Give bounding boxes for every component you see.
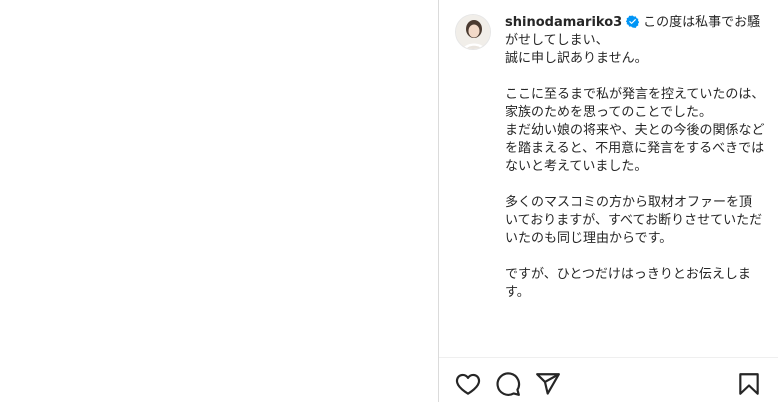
caption-first-line: shinodamariko3 この度は私事でお騒がせしてしまい、 誠に申し訳ありま… bbox=[505, 14, 765, 68]
caption-paragraph: ですが、ひとつだけはっきりとお伝えします。 bbox=[505, 267, 751, 300]
heart-icon bbox=[455, 373, 481, 395]
action-bar bbox=[455, 368, 762, 398]
bookmark-icon bbox=[739, 373, 759, 395]
post-side-panel: shinodamariko3 この度は私事でお騒がせしてしまい、 誠に申し訳ありま… bbox=[438, 0, 778, 402]
caption-paragraph: 多くのマスコミの方から取材オファーを頂いておりますが、すべてお断りさせていただい… bbox=[505, 195, 763, 246]
avatar-image bbox=[456, 15, 490, 49]
like-button[interactable] bbox=[455, 371, 481, 397]
avatar[interactable] bbox=[455, 14, 491, 50]
username-link[interactable]: shinodamariko3 bbox=[505, 15, 622, 30]
divider bbox=[439, 357, 778, 358]
share-icon bbox=[536, 373, 560, 395]
caption-paragraph: ここに至るまで私が発言を控えていたのは、家族のためを思ってのことでした。 まだ幼… bbox=[505, 87, 765, 174]
caption-body: shinodamariko3 この度は私事でお騒がせしてしまい、 誠に申し訳ありま… bbox=[505, 14, 765, 302]
comment-button[interactable] bbox=[495, 371, 521, 397]
save-button[interactable] bbox=[736, 371, 762, 397]
comment-icon bbox=[496, 372, 521, 396]
caption-row: shinodamariko3 この度は私事でお騒がせしてしまい、 誠に申し訳ありま… bbox=[455, 14, 767, 356]
share-button[interactable] bbox=[535, 371, 561, 397]
post-media-area bbox=[0, 0, 438, 402]
verified-badge-icon bbox=[626, 15, 640, 28]
